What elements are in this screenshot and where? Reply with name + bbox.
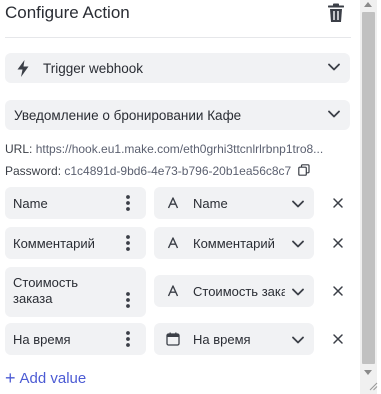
key-label: Комментарий [13,236,95,251]
text-icon [167,197,179,209]
key-field[interactable]: На время [5,323,146,355]
more-vertical-icon[interactable] [125,330,131,348]
key-label: Стоимость заказа [13,275,79,306]
add-value-button[interactable]: + Add value [5,367,86,388]
value-select[interactable]: На время [154,323,314,355]
more-vertical-icon[interactable] [125,234,131,252]
value-select[interactable]: Name [154,187,314,219]
chevron-down-icon [328,110,340,118]
more-vertical-icon[interactable] [125,291,131,309]
calendar-icon [166,332,180,346]
header-divider [5,37,351,38]
scroll-down-arrow-icon[interactable] [364,370,372,375]
key-field[interactable]: Комментарий [5,227,146,259]
value-label: Комментарий [193,236,275,251]
remove-row-icon[interactable] [332,285,344,297]
webhook-select-label: Уведомление о бронировании Кафе [14,108,242,123]
vertical-scrollbar[interactable] [360,0,377,394]
more-vertical-icon[interactable] [125,194,131,212]
chevron-down-icon [292,240,304,248]
value-select[interactable]: Стоимость заказа [154,275,314,307]
chevron-down-icon [292,200,304,208]
key-label: Name [13,196,48,211]
panel-header: Configure Action [5,0,351,30]
chevron-down-icon [292,288,304,296]
url-value[interactable]: https://hook.eu1.make.com/eth0grhi3ttcnl… [36,142,324,156]
value-select[interactable]: Комментарий [154,227,314,259]
resize-grip-icon[interactable] [368,381,378,391]
trash-icon[interactable] [327,3,345,23]
lightning-icon [17,60,29,77]
plus-icon: + [5,368,16,388]
value-label: Name [193,196,228,211]
text-icon [167,237,179,249]
key-field[interactable]: Name [5,187,146,219]
copy-icon[interactable] [297,164,310,176]
value-label: На время [193,332,251,347]
page-title: Configure Action [5,3,130,22]
webhook-select[interactable]: Уведомление о бронировании Кафе [5,100,350,130]
remove-row-icon[interactable] [332,237,344,249]
scroll-up-arrow-icon[interactable] [364,2,372,7]
key-field[interactable]: Стоимость заказа [5,267,146,317]
value-label: Стоимость заказа [193,284,285,299]
text-icon [167,285,179,297]
webhook-password: Password: c1c4891d-9bd6-4e73-b796-20b1ea… [5,163,351,178]
key-label: На время [13,332,71,347]
remove-row-icon[interactable] [332,333,344,345]
scrollbar-thumb[interactable] [362,12,375,364]
url-label: URL: [5,142,33,156]
chevron-down-icon [328,63,340,71]
configure-action-panel: Configure Action Trigger webhook Уведомл… [0,0,357,394]
password-value: c1c4891d-9bd6-4e73-b796-20b1ea56c8c7 [64,164,292,178]
password-label: Password: [5,164,62,178]
webhook-url: URL: https://hook.eu1.make.com/eth0grhi3… [5,142,351,156]
chevron-down-icon [292,336,304,344]
add-value-label: Add value [19,370,87,387]
trigger-select-label: Trigger webhook [43,61,144,76]
remove-row-icon[interactable] [332,197,344,209]
trigger-select[interactable]: Trigger webhook [5,53,350,83]
